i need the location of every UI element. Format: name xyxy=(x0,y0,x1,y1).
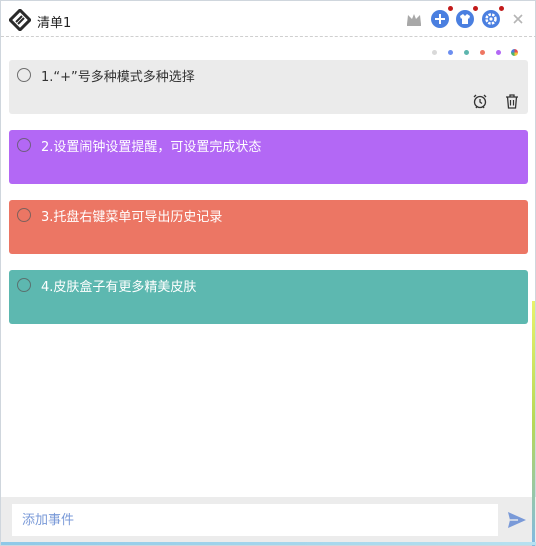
task-card[interactable]: 4.皮肤盒子有更多精美皮肤 xyxy=(9,270,528,324)
add-event-input[interactable] xyxy=(12,504,498,536)
window-title: 清单1 xyxy=(37,16,72,31)
task-checkbox[interactable] xyxy=(17,278,31,292)
task-actions xyxy=(471,92,523,110)
add-event-bar xyxy=(1,497,536,545)
window-edge-gradient xyxy=(532,301,535,546)
title-bar: 清单1 xyxy=(1,1,536,37)
notification-dot xyxy=(499,6,504,11)
task-checkbox[interactable] xyxy=(17,68,31,82)
task-card[interactable]: 2.设置闹钟设置提醒，可设置完成状态 xyxy=(9,130,528,184)
color-swatch-multicolor[interactable] xyxy=(511,49,518,56)
window-edge-gradient xyxy=(1,542,536,545)
task-text: 2.设置闹钟设置提醒，可设置完成状态 xyxy=(41,140,262,155)
color-swatch-purple[interactable] xyxy=(496,50,501,55)
task-checkbox[interactable] xyxy=(17,208,31,222)
send-icon[interactable] xyxy=(507,511,527,529)
add-icon[interactable] xyxy=(430,6,453,29)
trash-icon[interactable] xyxy=(503,92,521,110)
task-text: 1.“+”号多种模式多种选择 xyxy=(41,70,195,85)
task-checkbox[interactable] xyxy=(17,138,31,152)
settings-icon[interactable] xyxy=(481,6,504,29)
skin-icon[interactable] xyxy=(455,6,478,29)
alarm-clock-icon[interactable] xyxy=(471,92,489,110)
color-swatch-blue[interactable] xyxy=(448,50,453,55)
app-logo-icon xyxy=(7,7,33,33)
crown-icon[interactable] xyxy=(404,9,424,29)
color-swatch-teal[interactable] xyxy=(464,50,469,55)
close-icon[interactable] xyxy=(508,9,528,29)
app-window: 清单1 1.“+”号多种模式多种选择 2.设置闹钟设置提醒，可设置完成状态 3.… xyxy=(0,0,536,546)
color-swatch-gray[interactable] xyxy=(432,50,437,55)
task-card[interactable]: 3.托盘右键菜单可导出历史记录 xyxy=(9,200,528,254)
notification-dot xyxy=(448,6,453,11)
task-card[interactable]: 1.“+”号多种模式多种选择 xyxy=(9,60,528,114)
color-swatch-red[interactable] xyxy=(480,50,485,55)
task-text: 3.托盘右键菜单可导出历史记录 xyxy=(41,210,223,225)
notification-dot xyxy=(473,6,478,11)
task-text: 4.皮肤盒子有更多精美皮肤 xyxy=(41,280,197,295)
